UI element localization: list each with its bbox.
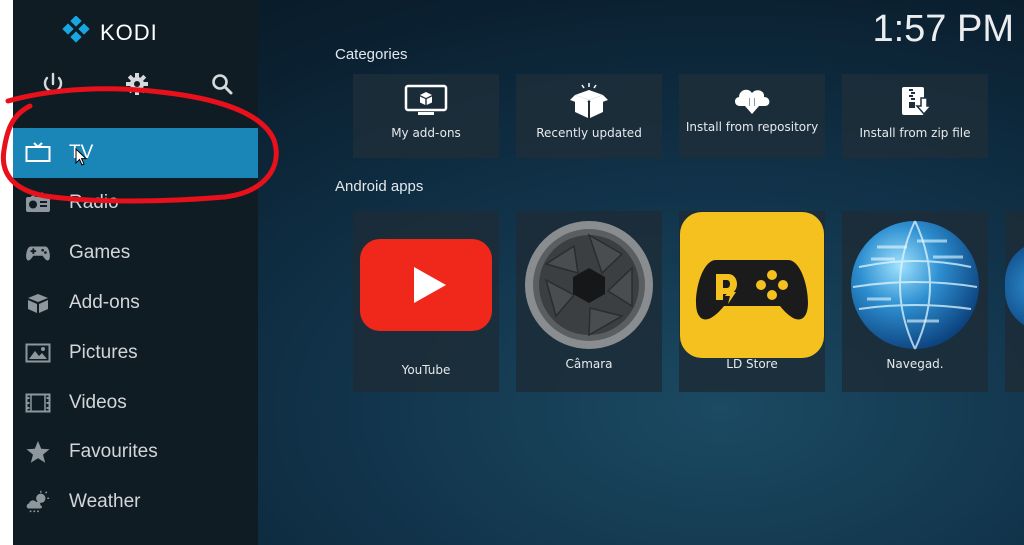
clock: 1:57 PM	[872, 8, 1014, 50]
category-tile-my-add-ons[interactable]: My add-ons	[353, 74, 499, 158]
category-tile-install-from-zip-file[interactable]: Install from zip file	[842, 74, 988, 158]
star-icon	[25, 439, 51, 465]
gamepad-icon	[25, 240, 51, 266]
globe-icon	[842, 211, 988, 359]
ld-store-gamepad-icon	[679, 211, 825, 359]
open-box-icon	[569, 83, 609, 118]
sidebar-item-pictures[interactable]: Pictures	[13, 328, 258, 378]
kodi-logo-text: KODI	[100, 20, 158, 45]
sidebar-item-favourites[interactable]: Favourites	[13, 427, 258, 477]
category-tile-label: Install from repository	[685, 120, 819, 134]
monitor-box-icon	[404, 84, 448, 118]
app-tile-camara[interactable]: Câmara	[516, 211, 662, 392]
sidebar-item-label: Games	[69, 242, 131, 263]
kodi-logo[interactable]: KODI	[61, 15, 158, 50]
partial-app-icon	[1005, 241, 1024, 331]
category-tile-label: Recently updated	[536, 126, 642, 140]
zip-file-icon	[897, 84, 933, 118]
addons-box-icon	[25, 290, 51, 316]
sidebar-item-radio[interactable]: Radio	[13, 178, 258, 228]
app-tile-ld-store[interactable]: LD Store	[679, 211, 825, 392]
sidebar: KODI TV Radio Games Add-ons Pictures Vid…	[13, 0, 258, 545]
sidebar-item-label: Videos	[69, 392, 127, 413]
app-tile-label: LD Store	[726, 357, 778, 371]
app-tile-label: YouTube	[401, 363, 451, 377]
power-icon[interactable]	[39, 70, 67, 98]
mouse-cursor-icon	[75, 147, 88, 170]
sidebar-item-add-ons[interactable]: Add-ons	[13, 278, 258, 328]
cloud-download-icon	[731, 82, 773, 116]
category-tile-install-from-repository[interactable]: Install from repository	[679, 74, 825, 158]
youtube-icon	[353, 211, 499, 359]
sidebar-item-label: Add-ons	[69, 292, 140, 313]
radio-icon	[25, 190, 51, 216]
tv-icon	[25, 140, 51, 166]
kodi-logo-icon	[61, 15, 91, 50]
category-tile-recently-updated[interactable]: Recently updated	[516, 74, 662, 158]
camera-lens-icon	[516, 211, 662, 359]
search-icon[interactable]	[208, 70, 236, 98]
picture-icon	[25, 340, 51, 366]
sidebar-item-tv[interactable]: TV	[13, 128, 258, 178]
sidebar-item-weather[interactable]: Weather	[13, 477, 258, 527]
category-tile-label: Install from zip file	[859, 126, 971, 140]
kodi-screen: KODI TV Radio Games Add-ons Pictures Vid…	[13, 0, 1024, 545]
sidebar-item-label: Weather	[69, 491, 141, 512]
gear-icon[interactable]	[123, 70, 151, 98]
android-apps-heading: Android apps	[335, 178, 424, 195]
app-tile-partial[interactable]	[1005, 211, 1024, 392]
film-icon	[25, 390, 51, 416]
sidebar-item-label: Favourites	[69, 441, 158, 462]
sidebar-item-games[interactable]: Games	[13, 228, 258, 278]
app-tile-navegad[interactable]: Navegad.	[842, 211, 988, 392]
app-tile-label: Navegad.	[886, 357, 944, 371]
sidebar-item-videos[interactable]: Videos	[13, 378, 258, 428]
app-tile-youtube[interactable]: YouTube	[353, 211, 499, 392]
sidebar-item-label: Radio	[69, 192, 119, 213]
sidebar-item-label: Pictures	[69, 342, 138, 363]
categories-heading: Categories	[335, 46, 408, 63]
app-tile-label: Câmara	[565, 357, 613, 371]
weather-icon	[25, 489, 51, 515]
category-tile-label: My add-ons	[391, 126, 461, 140]
